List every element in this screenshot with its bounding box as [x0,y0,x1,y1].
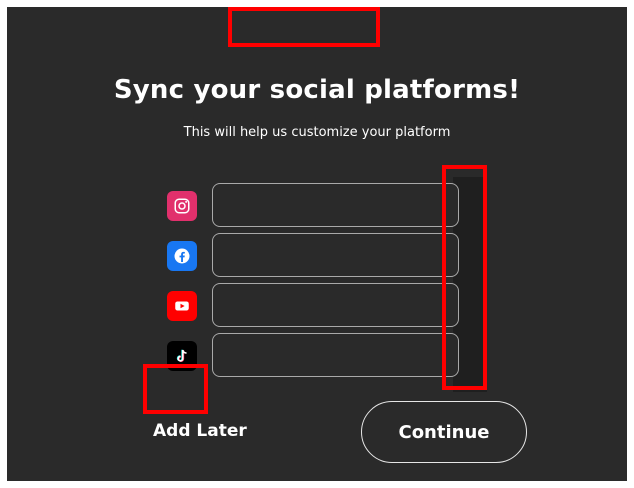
platform-row-instagram [167,183,459,227]
platform-row-facebook [167,233,459,277]
instagram-field[interactable] [212,183,459,227]
tiktok-field[interactable] [212,333,459,377]
page-title: Sync your social platforms! [113,75,521,105]
sync-platforms-dialog: Sync your social platforms! This will he… [7,7,627,481]
platform-row-youtube [167,283,459,327]
facebook-icon [167,241,197,271]
facebook-field[interactable] [212,233,459,277]
annotation-box-top [228,7,380,47]
platform-row-tiktok [167,333,459,377]
annotation-box-left [143,364,208,414]
continue-button[interactable]: Continue [361,401,527,463]
instagram-icon [167,191,197,221]
page-subtitle: This will help us customize your platfor… [183,125,451,140]
annotation-box-right [442,165,487,390]
youtube-field[interactable] [212,283,459,327]
youtube-icon [167,291,197,321]
add-later-button[interactable]: Add Later [153,421,247,441]
